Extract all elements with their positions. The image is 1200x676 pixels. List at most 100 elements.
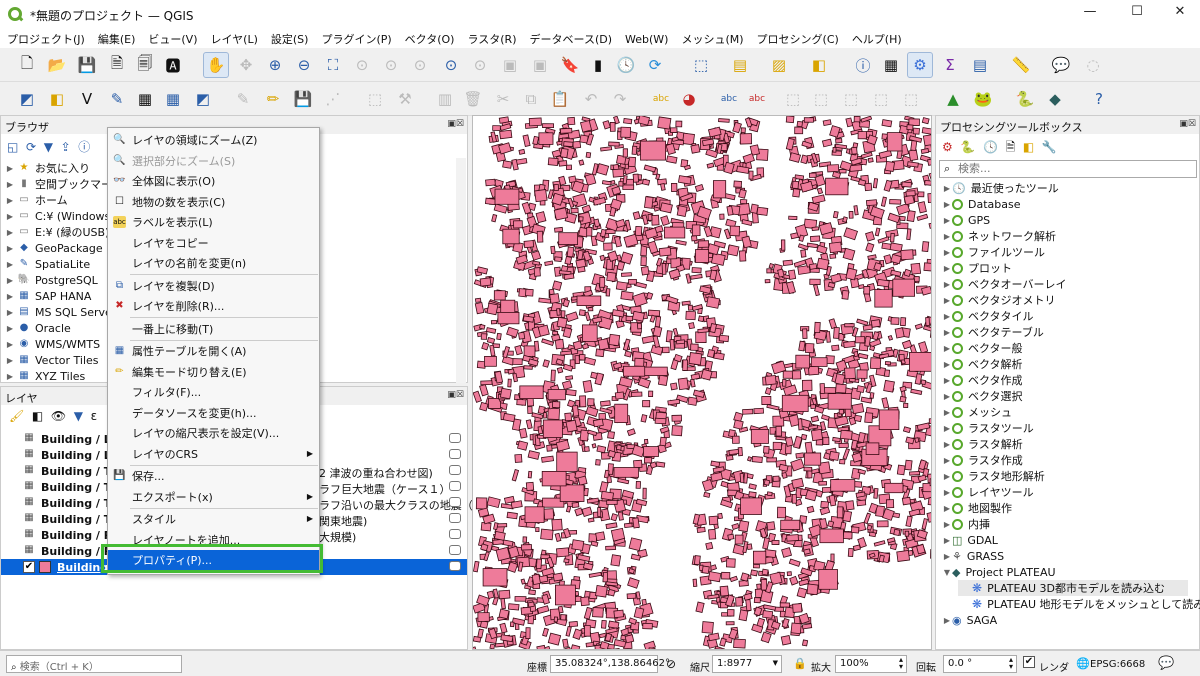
expand-arrow-icon[interactable]: ▶	[5, 308, 15, 317]
expand-arrow-icon[interactable]: ▶	[942, 328, 952, 337]
add-raster-icon[interactable]: ▦	[160, 86, 186, 112]
messages-icon[interactable]: 💬	[1158, 656, 1174, 671]
expand-arrow-icon[interactable]: ▶	[942, 200, 952, 209]
layer-visibility-checkbox[interactable]: ▦	[23, 545, 35, 557]
processing-item[interactable]: ▶ ラスタ作成	[942, 452, 1023, 468]
add-feature-icon[interactable]: ⋰	[320, 86, 346, 112]
processing-search-input[interactable]	[958, 162, 1188, 175]
diagram-icon[interactable]: ◕	[676, 86, 702, 112]
processing-float-close-icon[interactable]: ▣☒	[1179, 119, 1196, 129]
layer-visibility-checkbox[interactable]: ▦	[23, 465, 35, 477]
models-icon[interactable]: ⚙	[942, 140, 953, 154]
processing-item[interactable]: ▶ GPS	[942, 212, 990, 228]
processing-item[interactable]: ▶ ⚘ GRASS	[942, 548, 1004, 564]
style-panel-icon[interactable]: 🖌	[9, 409, 24, 423]
move-label-icon[interactable]: ⬚	[780, 86, 806, 112]
deselect-icon[interactable]: ▨	[766, 52, 792, 78]
expand-arrow-icon[interactable]: ▶	[942, 312, 952, 321]
render-checkbox[interactable]: ✔	[1023, 656, 1035, 668]
zoom-native-icon[interactable]: ⊙	[407, 52, 433, 78]
crs-button[interactable]: EPSG:6668	[1090, 659, 1145, 670]
spinner-icon[interactable]: ▴ ▾	[1009, 656, 1013, 671]
toggle-editing-icon[interactable]: ✏	[260, 86, 286, 112]
browser-item[interactable]: ▶ ▭ ホーム	[5, 192, 68, 208]
context-menu-item[interactable]: レイヤの名前を変更(n)	[108, 253, 319, 273]
menu-item[interactable]: レイヤ(L)	[203, 28, 263, 48]
new-map-view-icon[interactable]: ▣	[497, 52, 523, 78]
processing-item[interactable]: ▶ ラスタツール	[942, 420, 1034, 436]
options-icon[interactable]: 🔧	[1042, 140, 1057, 154]
context-menu-item[interactable]: abc ラベルを表示(L)	[108, 212, 319, 232]
expand-arrow-icon[interactable]: ▶	[5, 180, 15, 189]
attribute-table-icon[interactable]: ▦	[878, 52, 904, 78]
layer-visibility-checkbox[interactable]: ▦	[23, 481, 35, 493]
expand-arrow-icon[interactable]: ▶	[5, 212, 15, 221]
layer-visibility-checkbox[interactable]: ✔	[23, 561, 35, 573]
menu-item[interactable]: プロセシング(C)	[750, 28, 845, 48]
browser-item[interactable]: ▶ ▮ 空間ブックマーク	[5, 176, 123, 192]
vertex-tool-icon[interactable]: ⬚	[362, 86, 388, 112]
processing-item[interactable]: ❋ PLATEAU 3D都市モデルを読み込む	[958, 580, 1188, 596]
browser-scrollbar[interactable]	[456, 158, 466, 383]
label-toolbar-icon[interactable]: abc	[648, 86, 674, 112]
menu-item[interactable]: ビュー(V)	[141, 28, 203, 48]
context-menu-item[interactable]: ⧉ レイヤを複製(D)	[108, 276, 319, 296]
processing-item[interactable]: ❋ PLATEAU 地形モデルをメッシュとして読み込む	[958, 596, 1200, 612]
grass-icon[interactable]: 🐸	[970, 86, 996, 112]
context-menu-item[interactable]: 一番上に移動(T)	[108, 319, 319, 339]
modify-attributes-icon[interactable]: ⚒	[392, 86, 418, 112]
expand-arrow-icon[interactable]: ▶	[5, 164, 15, 173]
expand-arrow-icon[interactable]: ▶	[5, 228, 15, 237]
identify-icon[interactable]: ⓘ	[850, 52, 876, 78]
python-console-icon[interactable]: 🐍	[1012, 86, 1038, 112]
expand-arrow-icon[interactable]: ▶	[942, 392, 952, 401]
filter-legend-icon[interactable]: ▼	[74, 409, 83, 423]
filter-browser-icon[interactable]: ▼	[44, 140, 53, 154]
expand-arrow-icon[interactable]: ▶	[942, 408, 952, 417]
expand-arrow-icon[interactable]: ▶	[5, 276, 15, 285]
menu-item[interactable]: ベクタ(O)	[398, 28, 461, 48]
processing-item[interactable]: ▶ レイヤツール	[942, 484, 1034, 500]
coordinate-field[interactable]: 35.08324°,138.86462°	[550, 655, 670, 673]
manage-visibility-icon[interactable]: 👁	[51, 409, 66, 423]
new-layout-icon[interactable]: 🗎	[104, 52, 130, 78]
context-menu-item[interactable]: レイヤの縮尺表示を設定(V)...	[108, 423, 319, 443]
panel-float-close-icon[interactable]: ▣☒	[447, 119, 464, 129]
layer-visibility-checkbox[interactable]: ▦	[23, 529, 35, 541]
locator-search[interactable]: ⌕ 検索（Ctrl + K）	[6, 655, 182, 673]
expand-arrow-icon[interactable]: ▶	[942, 216, 952, 225]
processing-item[interactable]: ▶ ネットワーク解析	[942, 228, 1056, 244]
show-hide-labels-icon[interactable]: ⬚	[868, 86, 894, 112]
browser-item[interactable]: ▶ ▦ SAP HANA	[5, 288, 91, 304]
results-viewer-icon[interactable]: 🗎	[1006, 140, 1016, 154]
zoom-out-icon[interactable]: ⊖	[291, 52, 317, 78]
menu-item[interactable]: 設定(S)	[264, 28, 315, 48]
geometry-checker-icon[interactable]: ▲	[940, 86, 966, 112]
browser-item[interactable]: ▶ ▤ MS SQL Server	[5, 304, 116, 320]
menu-item[interactable]: ラスタ(R)	[460, 28, 522, 48]
spinner-icon[interactable]: ▴ ▾	[899, 656, 903, 671]
map-buildings[interactable]	[473, 116, 932, 650]
layer-visibility-checkbox[interactable]: ▦	[23, 513, 35, 525]
context-menu-item[interactable]: データソースを変更(h)...	[108, 403, 319, 423]
browser-item[interactable]: ▶ 🐘 PostgreSQL	[5, 272, 98, 288]
browser-item[interactable]: ▶ ▭ C:¥ (Windows)	[5, 208, 115, 224]
add-vector-icon[interactable]: ◩	[190, 86, 216, 112]
expand-arrow-icon[interactable]: ▶	[942, 488, 952, 497]
processing-item[interactable]: ▶ ベクタジオメトリ	[942, 292, 1056, 308]
expand-arrow-icon[interactable]: ▶	[942, 280, 952, 289]
save-edits-icon[interactable]: 💾	[290, 86, 316, 112]
expand-arrow-icon[interactable]: ▶	[942, 296, 952, 305]
browser-item[interactable]: ▶ ◉ WMS/WMTS	[5, 336, 100, 352]
change-label-icon[interactable]: ⬚	[838, 86, 864, 112]
plateau-plugin-icon[interactable]: ◆	[1042, 86, 1068, 112]
menu-item[interactable]: メッシュ(M)	[674, 28, 749, 48]
processing-item[interactable]: ▶ ベクタ解析	[942, 356, 1023, 372]
expand-arrow-icon[interactable]: ▶	[942, 360, 952, 369]
menu-item[interactable]: プロジェクト(J)	[0, 28, 91, 48]
expand-arrow-icon[interactable]: ▶	[5, 196, 15, 205]
open-field-calculator-icon[interactable]: ▤	[967, 52, 993, 78]
processing-item[interactable]: ▶ ベクタオーバーレイ	[942, 276, 1067, 292]
processing-item[interactable]: ▶ 内挿	[942, 516, 990, 532]
processing-item[interactable]: ▶ ベクター般	[942, 340, 1023, 356]
